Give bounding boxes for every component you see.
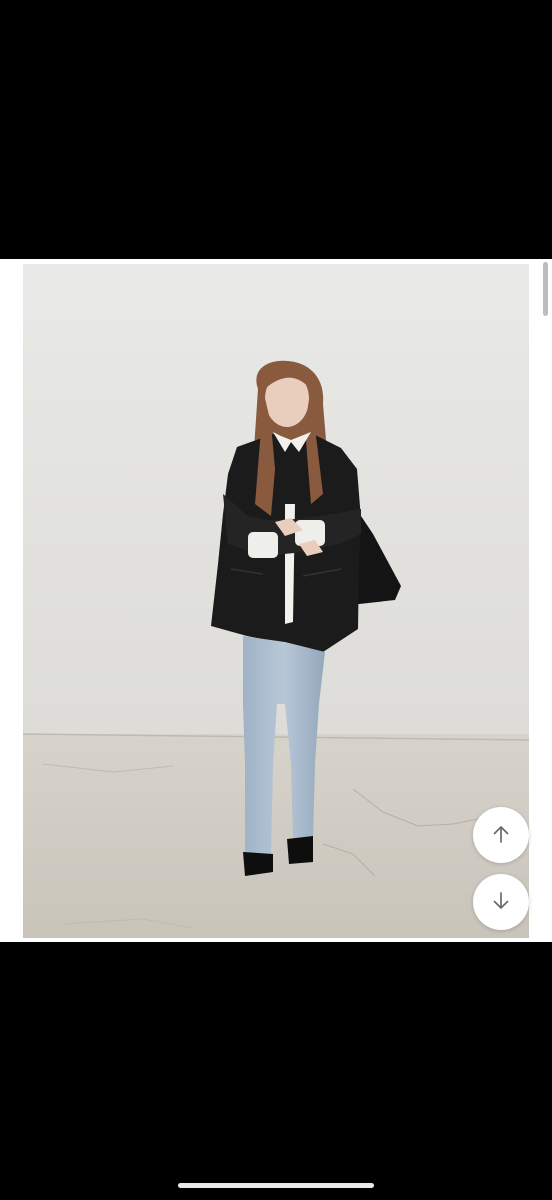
product-photo bbox=[23, 264, 529, 938]
left-shoe bbox=[243, 852, 273, 876]
arrow-up-icon bbox=[490, 823, 512, 848]
scrollbar-thumb[interactable] bbox=[543, 262, 548, 317]
scrollbar[interactable] bbox=[543, 262, 548, 938]
arrow-down-icon bbox=[490, 890, 512, 915]
image-viewer bbox=[0, 259, 552, 942]
home-indicator[interactable] bbox=[178, 1183, 374, 1188]
scroll-down-button[interactable] bbox=[473, 874, 529, 930]
scroll-up-button[interactable] bbox=[473, 807, 529, 863]
model-photo-illustration bbox=[23, 264, 529, 938]
right-shoe bbox=[287, 836, 313, 864]
studio-floor bbox=[23, 734, 529, 938]
